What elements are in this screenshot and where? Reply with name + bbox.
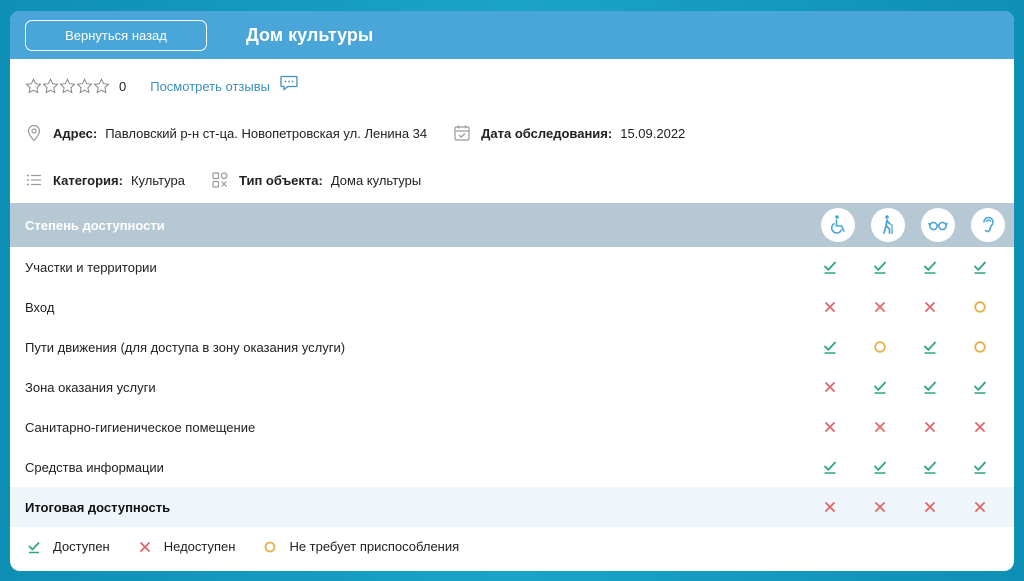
survey-date-value: 15.09.2022 — [620, 125, 686, 141]
status-accessible-icon — [972, 459, 988, 475]
legend-ok-label: Доступен — [53, 539, 110, 554]
status-not-required-icon — [872, 339, 888, 355]
check-icon — [28, 541, 40, 553]
status-inaccessible-icon — [822, 499, 838, 515]
rating-stars[interactable] — [25, 77, 110, 95]
status-not-required-icon — [972, 339, 988, 355]
star-icon[interactable] — [25, 77, 42, 95]
legend-na-label: Не требует приспособления — [289, 539, 460, 554]
legend: Доступен Недоступен Не требует приспособ… — [27, 539, 487, 554]
table-row: Вход — [10, 287, 1014, 327]
cross-icon — [139, 541, 150, 552]
page-title: Дом культуры — [246, 24, 374, 45]
total-accessibility-label: Итоговая доступность — [25, 499, 171, 515]
status-accessible-icon — [822, 259, 838, 275]
status-accessible-icon — [872, 379, 888, 395]
status-accessible-icon — [922, 459, 938, 475]
star-icon[interactable] — [76, 77, 93, 95]
star-icon[interactable] — [42, 77, 59, 95]
wheelchair-icon[interactable] — [821, 208, 855, 242]
calendar-icon — [454, 125, 470, 141]
glasses-icon[interactable] — [921, 208, 955, 242]
address-row: Адрес: Павловский р-н ст-ца. Новопетровс… — [25, 124, 685, 142]
legend-na: Не требует приспособления — [263, 539, 459, 554]
circle-icon — [265, 541, 276, 552]
status-accessible-icon — [822, 339, 838, 355]
table-row: Средства информации — [10, 447, 1014, 487]
chat-icon[interactable] — [280, 75, 298, 91]
status-accessible-icon — [822, 459, 838, 475]
row-name: Вход — [25, 299, 55, 315]
status-inaccessible-icon — [822, 299, 838, 315]
status-not-required-icon — [972, 299, 988, 315]
row-name: Средства информации — [25, 459, 164, 475]
status-inaccessible-icon — [972, 419, 988, 435]
status-inaccessible-icon — [822, 379, 838, 395]
accessibility-table-header: Степень доступности — [10, 203, 1014, 247]
status-inaccessible-icon — [872, 419, 888, 435]
status-inaccessible-icon — [972, 499, 988, 515]
category-row: Категория: Культура Тип объекта: Дома ку… — [25, 171, 421, 189]
row-name: Участки и территории — [25, 259, 157, 275]
rating-count: 0 — [119, 78, 127, 94]
list-icon — [27, 174, 41, 186]
view-reviews-link[interactable]: Посмотреть отзывы — [150, 79, 270, 94]
card-header: Вернуться назад Дом культуры — [10, 11, 1014, 59]
address-label: Адрес: — [53, 125, 98, 141]
table-row: Участки и территории — [10, 247, 1014, 287]
total-accessibility-row: Итоговая доступность — [10, 487, 1014, 527]
row-name: Санитарно-гигиеническое помещение — [25, 419, 256, 435]
status-inaccessible-icon — [922, 299, 938, 315]
status-accessible-icon — [972, 259, 988, 275]
object-type-value: Дома культуры — [330, 172, 422, 188]
address-value: Павловский р-н ст-ца. Новопетровская ул.… — [105, 125, 428, 141]
category-value: Культура — [130, 172, 185, 188]
star-icon[interactable] — [59, 77, 76, 95]
legend-no-label: Недоступен — [163, 539, 236, 554]
survey-date-label: Дата обследования: — [481, 125, 613, 141]
row-name: Пути движения (для доступа в зону оказан… — [25, 339, 346, 355]
rating-row: 0 Посмотреть отзывы — [25, 75, 298, 96]
legend-no: Недоступен — [138, 539, 236, 554]
table-row: Зона оказания услуги — [10, 367, 1014, 407]
location-pin-icon — [27, 124, 41, 142]
status-inaccessible-icon — [872, 299, 888, 315]
table-row: Пути движения (для доступа в зону оказан… — [10, 327, 1014, 367]
status-inaccessible-icon — [822, 419, 838, 435]
row-name: Зона оказания услуги — [25, 379, 156, 395]
status-accessible-icon — [922, 259, 938, 275]
object-card: Вернуться назад Дом культуры 0 Посмотрет… — [10, 11, 1014, 571]
status-inaccessible-icon — [922, 499, 938, 515]
status-accessible-icon — [922, 379, 938, 395]
status-inaccessible-icon — [872, 499, 888, 515]
star-icon[interactable] — [93, 77, 110, 95]
legend-ok: Доступен — [27, 539, 110, 554]
status-accessible-icon — [972, 379, 988, 395]
status-accessible-icon — [922, 339, 938, 355]
back-button[interactable]: Вернуться назад — [25, 19, 207, 51]
category-label: Категория: — [53, 172, 123, 188]
table-row: Санитарно-гигиеническое помещение — [10, 407, 1014, 447]
ear-icon[interactable] — [971, 208, 1005, 242]
object-type-label: Тип объекта: — [239, 172, 323, 188]
status-inaccessible-icon — [922, 419, 938, 435]
elderly-walking-icon[interactable] — [871, 208, 905, 242]
object-type-icon — [212, 172, 228, 188]
accessibility-header-label: Степень доступности — [25, 217, 165, 233]
status-accessible-icon — [872, 459, 888, 475]
status-accessible-icon — [872, 259, 888, 275]
